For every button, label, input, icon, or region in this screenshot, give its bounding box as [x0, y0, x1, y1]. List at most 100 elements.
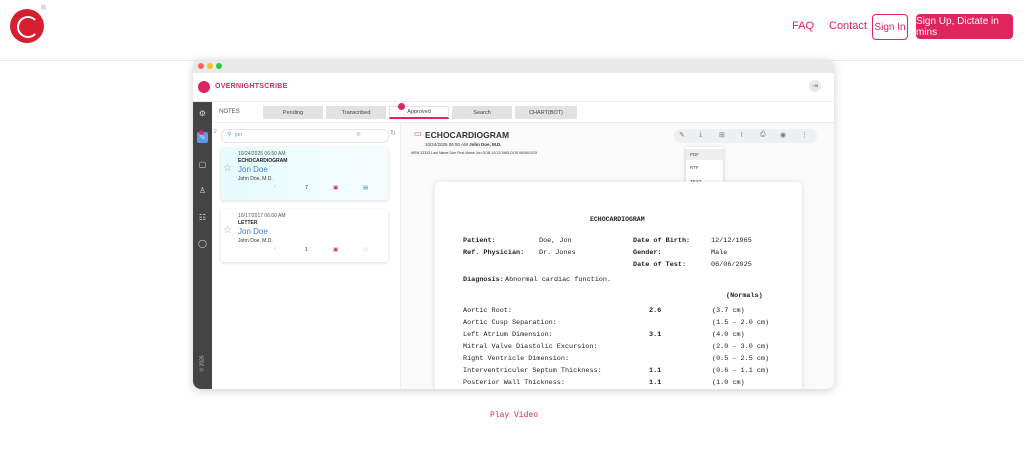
card-date: 10/17/2017 06:00 AM — [238, 213, 286, 219]
list-item[interactable]: ☆ 10/24/2025 06:50 AM ECHOCARDIOGRAM Jon… — [221, 147, 388, 200]
list-count: 2 — [214, 129, 217, 135]
row-normal: (2.0 - 3.0 cm) — [712, 343, 770, 351]
export-pdf[interactable]: PDF — [686, 149, 723, 160]
brand-name: OVERNIGHTSCRIBE — [215, 83, 288, 90]
search-input[interactable]: ⚲ jon ⊗ — [221, 129, 389, 143]
row-label: Left Atrium Dimension: — [463, 331, 553, 339]
download-icon[interactable]: ⤓ — [699, 131, 702, 139]
card-count: 1 — [305, 247, 309, 253]
row-normal: (3.7 cm) — [712, 307, 745, 315]
export-rtf[interactable]: RTF — [686, 162, 723, 173]
row-value: 3.1 — [649, 331, 662, 339]
window-titlebar — [193, 59, 834, 73]
edit-icon[interactable]: ✎ — [679, 131, 685, 139]
notes-label: NOTES — [219, 109, 240, 115]
document-viewer: ▭ ECHOCARDIOGRAM 10/24/2025 06:50 AM Joh… — [401, 123, 834, 389]
sign-up-button[interactable]: Sign Up, Dictate in mins — [916, 14, 1013, 39]
calendar-icon[interactable]: ▢ — [197, 159, 208, 170]
card-doc-icon[interactable]: ▣ — [333, 185, 338, 191]
report-page: ECHOCARDIOGRAM Patient: Doe, Jon Date of… — [435, 182, 802, 389]
card-print-icon[interactable]: ▤ — [363, 185, 368, 191]
minimize-dot[interactable] — [207, 63, 213, 69]
physician-label: Ref. Physician: — [463, 249, 525, 257]
contact-link[interactable]: Contact — [829, 20, 867, 32]
tab-pending[interactable]: Pending — [263, 106, 323, 119]
diagnosis-label: Diagnosis: — [463, 276, 504, 284]
diagnosis-value: Abnormal cardiac function. — [505, 276, 612, 284]
search-value: jon — [235, 132, 243, 138]
user-icon[interactable]: ♙ — [197, 185, 208, 196]
card-count: 7 — [305, 185, 309, 191]
card-doc-icon[interactable]: ▣ — [333, 247, 338, 253]
tab-notification-badge — [398, 103, 405, 110]
dob-label: Date of Birth: — [633, 237, 691, 245]
loading-icon: ◜ — [274, 185, 277, 191]
card-date: 10/24/2025 06:50 AM — [238, 151, 286, 157]
row-label: Aortic Root: — [463, 307, 512, 315]
faq-link[interactable]: FAQ — [792, 20, 814, 32]
row-label: Posterior Wall Thickness: — [463, 379, 565, 387]
row-value: 2.6 — [649, 307, 662, 315]
viewer-subtitle: 10/24/2025 06:50 AM John Doe, M.D. — [425, 142, 502, 147]
edit-note-icon[interactable]: ✎ — [197, 130, 208, 143]
patient-value: Doe, Jon — [539, 237, 572, 245]
loading-icon: ◜ — [274, 247, 277, 253]
tab-transcribed[interactable]: Transcribed — [326, 106, 386, 119]
maximize-dot[interactable] — [216, 63, 222, 69]
notes-list-panel: 2 ⚲ jon ⊗ ↻ ☆ 10/24/2025 06:50 AM ECHOCA… — [212, 123, 401, 389]
test-date-value: 06/06/2025 — [711, 261, 752, 269]
site-logo[interactable] — [10, 9, 44, 43]
group-icon[interactable]: ☷ — [197, 212, 208, 223]
viewer-meta: MRN 33333 Last Name Doe First Name Jon D… — [411, 151, 538, 155]
chat-icon[interactable]: ◯ — [197, 238, 208, 249]
physician-value: Dr. Jones — [539, 249, 576, 257]
tab-search[interactable]: Search — [452, 106, 512, 119]
list-item[interactable]: ☆ 10/17/2017 06:00 AM LETTER Jon Doe Joh… — [221, 209, 388, 262]
fax-icon[interactable]: ⊞ — [719, 131, 725, 139]
logout-icon[interactable]: ⇥ — [809, 80, 821, 92]
print-icon[interactable]: ⎙ — [760, 131, 766, 139]
notification-badge — [199, 130, 204, 135]
play-video-link[interactable]: Play Video — [490, 411, 538, 420]
close-dot[interactable] — [198, 63, 204, 69]
row-normal: (0.5 - 2.5 cm) — [712, 355, 770, 363]
row-normal: (1.0 cm) — [712, 379, 745, 387]
row-label: Interventriculer Septum Thickness: — [463, 367, 602, 375]
more-icon[interactable]: ⋮ — [801, 131, 808, 139]
row-label: Aortic Cusp Separation: — [463, 319, 557, 327]
star-icon[interactable]: ☆ — [223, 163, 232, 174]
card-type: LETTER — [238, 220, 258, 226]
tabs-row: NOTES Pending Transcribed Approved Searc… — [212, 102, 834, 123]
card-doctor: John Doe, M.D. — [238, 238, 273, 244]
star-icon[interactable]: ☆ — [223, 225, 232, 236]
left-sidebar: ⚙ ✎ ▢ ♙ ☷ ◯ © 2026 — [193, 102, 212, 389]
clear-search-icon[interactable]: ⊗ — [356, 131, 361, 138]
card-patient: Jon Doe — [238, 165, 268, 174]
sign-in-button[interactable]: Sign In — [872, 14, 908, 40]
dob-value: 12/12/1965 — [711, 237, 752, 245]
refresh-icon[interactable]: ↻ — [390, 129, 396, 137]
attach-icon[interactable]: ⌇ — [740, 131, 743, 139]
gender-value: Male — [711, 249, 728, 257]
document-icon: ▭ — [414, 129, 422, 138]
app-window: OVERNIGHTSCRIBE ⇥ ⚙ ✎ ▢ ♙ ☷ ◯ © 2026 NOT… — [193, 59, 834, 389]
filter-icon: ⚲ — [227, 132, 232, 138]
card-doctor: John Doe, M.D. — [238, 176, 273, 182]
view-icon[interactable]: ◉ — [780, 131, 786, 139]
copyright-year: © 2026 — [199, 355, 206, 372]
row-normal: (0.6 - 1.1 cm) — [712, 367, 770, 375]
row-value: 1.1 — [649, 367, 662, 375]
card-patient: Jon Doe — [238, 227, 268, 236]
test-date-label: Date of Test: — [633, 261, 687, 269]
normals-header: (Normals) — [726, 292, 763, 300]
viewer-toolbar: ✎ ⤓ ⊞ ⌇ ⎙ ◉ ⋮ — [674, 129, 817, 143]
row-label: Mitral Valve Diastolic Excursion: — [463, 343, 598, 351]
card-clock-icon[interactable]: ◷ — [363, 247, 368, 253]
row-label: Right Ventricle Dimension: — [463, 355, 570, 363]
tab-chartbot[interactable]: CHART(BOT) — [515, 106, 577, 119]
settings-icon[interactable]: ⚙ — [197, 108, 208, 119]
site-header: ® FAQ Contact Sign In Sign Up, Dictate i… — [0, 0, 1024, 61]
card-type: ECHOCARDIOGRAM — [238, 158, 288, 164]
row-normal: (1.5 - 2.0 cm) — [712, 319, 770, 327]
row-value: 1.1 — [649, 379, 662, 387]
